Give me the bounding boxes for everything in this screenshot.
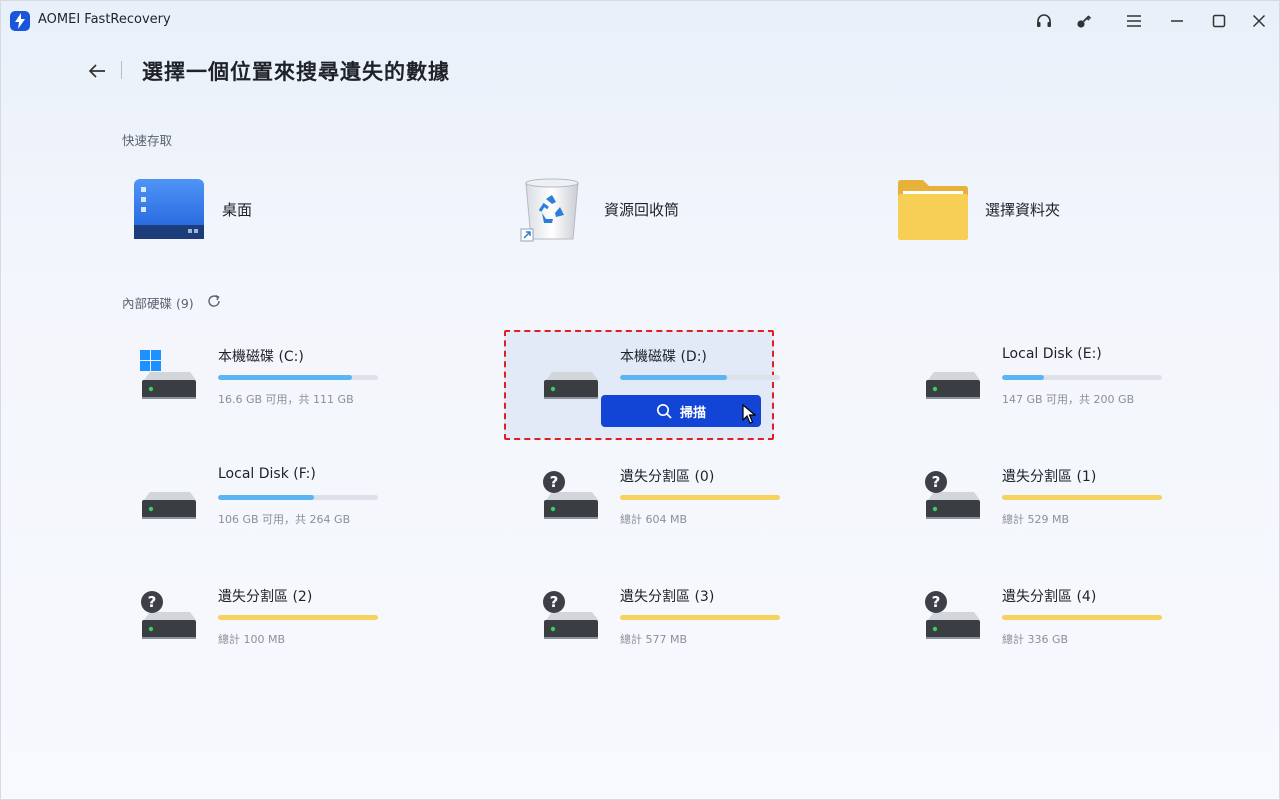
headset-icon bbox=[1037, 14, 1051, 27]
maximize-icon bbox=[1212, 14, 1226, 28]
disk-name: Local Disk (F:) bbox=[218, 466, 316, 482]
license-button[interactable] bbox=[1070, 8, 1098, 34]
recycle-bin-icon bbox=[520, 178, 579, 242]
search-icon bbox=[656, 403, 672, 419]
disk-item[interactable]: 本機磁碟 (C:) 16.6 GB 可用，共 111 GB bbox=[102, 330, 378, 440]
disk-name: Local Disk (E:) bbox=[1002, 346, 1102, 362]
disk-capacity: 總計 336 GB bbox=[1002, 633, 1069, 646]
svg-text:?: ? bbox=[550, 593, 559, 611]
svg-text:?: ? bbox=[932, 473, 941, 491]
disk-item[interactable]: ? 遺失分割區 (0) 總計 604 MB bbox=[504, 450, 780, 560]
unknown-drive-icon: ? bbox=[542, 470, 600, 530]
quick-access-label: 快速存取 bbox=[122, 133, 173, 148]
title-bar: AOMEI FastRecovery bbox=[0, 0, 1280, 42]
disk-capacity: 147 GB 可用，共 200 GB bbox=[1002, 393, 1135, 406]
quick-access-label-select-folder: 選擇資料夾 bbox=[985, 201, 1061, 219]
unknown-drive-icon: ? bbox=[140, 590, 198, 650]
disk-item[interactable]: ? 遺失分割區 (3) 總計 577 MB bbox=[504, 570, 780, 680]
disk-name: 本機磁碟 (D:) bbox=[620, 349, 707, 365]
disk-item[interactable]: 本機磁碟 (D:) 掃描 bbox=[504, 330, 780, 440]
disk-usage-bar bbox=[1002, 375, 1162, 380]
hard-drive-icon bbox=[140, 470, 198, 530]
header-divider bbox=[121, 61, 122, 79]
unknown-drive-icon: ? bbox=[542, 590, 600, 650]
disk-capacity: 總計 604 MB bbox=[620, 513, 688, 526]
svg-text:?: ? bbox=[932, 593, 941, 611]
unknown-drive-icon: ? bbox=[924, 590, 982, 650]
app-title: AOMEI FastRecovery bbox=[38, 12, 171, 27]
disk-usage-bar bbox=[1002, 495, 1162, 500]
disk-name: 遺失分割區 (3) bbox=[620, 589, 715, 605]
disk-usage-bar bbox=[620, 375, 780, 380]
disk-usage-bar bbox=[1002, 615, 1162, 620]
desktop-icon bbox=[134, 179, 204, 239]
disk-capacity: 106 GB 可用，共 264 GB bbox=[218, 513, 351, 526]
hard-drive-icon bbox=[542, 350, 600, 410]
disk-item[interactable]: ? 遺失分割區 (4) 總計 336 GB bbox=[886, 570, 1162, 680]
refresh-icon[interactable] bbox=[206, 293, 222, 309]
disk-capacity: 總計 100 MB bbox=[218, 633, 286, 646]
folder-icon bbox=[898, 180, 968, 240]
maximize-button[interactable] bbox=[1205, 8, 1233, 34]
minimize-button[interactable] bbox=[1163, 8, 1191, 34]
arrow-left-icon bbox=[88, 64, 105, 78]
quick-access-select-folder[interactable]: 選擇資料夾 bbox=[897, 177, 1197, 247]
quick-access-label-desktop: 桌面 bbox=[222, 201, 253, 219]
system-drive-icon bbox=[140, 350, 198, 410]
disk-capacity: 16.6 GB 可用，共 111 GB bbox=[218, 393, 354, 406]
minimize-icon bbox=[1171, 20, 1183, 22]
disk-capacity: 總計 577 MB bbox=[620, 633, 688, 646]
disk-name: 遺失分割區 (4) bbox=[1002, 589, 1097, 605]
internal-disks-label: 內部硬碟 (9) bbox=[122, 296, 194, 311]
disk-usage-bar bbox=[218, 375, 378, 380]
scan-button-label: 掃描 bbox=[679, 405, 706, 421]
quick-access-recycle-bin[interactable]: 資源回收筒 bbox=[520, 177, 820, 247]
quick-access-label-recycle-bin: 資源回收筒 bbox=[604, 201, 680, 219]
disk-name: 本機磁碟 (C:) bbox=[218, 349, 304, 365]
hamburger-menu-icon bbox=[1127, 15, 1141, 27]
unknown-drive-icon: ? bbox=[924, 470, 982, 530]
svg-text:?: ? bbox=[550, 473, 559, 491]
disk-item[interactable]: Local Disk (E:) 147 GB 可用，共 200 GB bbox=[886, 330, 1162, 440]
disk-name: 遺失分割區 (1) bbox=[1002, 469, 1097, 485]
back-button[interactable] bbox=[84, 58, 110, 84]
disk-name: 遺失分割區 (0) bbox=[620, 469, 715, 485]
key-icon bbox=[1077, 15, 1092, 28]
disk-usage-bar bbox=[218, 615, 378, 620]
disk-usage-bar bbox=[620, 495, 780, 500]
disk-usage-bar bbox=[620, 615, 780, 620]
page-title: 選擇一個位置來搜尋遺失的數據 bbox=[142, 60, 450, 84]
svg-text:?: ? bbox=[148, 593, 157, 611]
close-button[interactable] bbox=[1245, 8, 1273, 34]
support-button[interactable] bbox=[1030, 8, 1058, 34]
app-logo-icon bbox=[10, 11, 30, 31]
mouse-cursor-icon bbox=[742, 403, 757, 428]
disk-usage-bar bbox=[218, 495, 378, 500]
disk-capacity: 總計 529 MB bbox=[1002, 513, 1070, 526]
disk-name: 遺失分割區 (2) bbox=[218, 589, 313, 605]
scan-button[interactable]: 掃描 bbox=[601, 395, 761, 427]
disk-item[interactable]: ? 遺失分割區 (1) 總計 529 MB bbox=[886, 450, 1162, 560]
disk-item[interactable]: ? 遺失分割區 (2) 總計 100 MB bbox=[102, 570, 378, 680]
hard-drive-icon bbox=[924, 350, 982, 410]
menu-button[interactable] bbox=[1120, 8, 1148, 34]
disk-item[interactable]: Local Disk (F:) 106 GB 可用，共 264 GB bbox=[102, 450, 378, 560]
quick-access-desktop[interactable]: 桌面 bbox=[132, 177, 432, 247]
close-icon bbox=[1252, 14, 1266, 28]
